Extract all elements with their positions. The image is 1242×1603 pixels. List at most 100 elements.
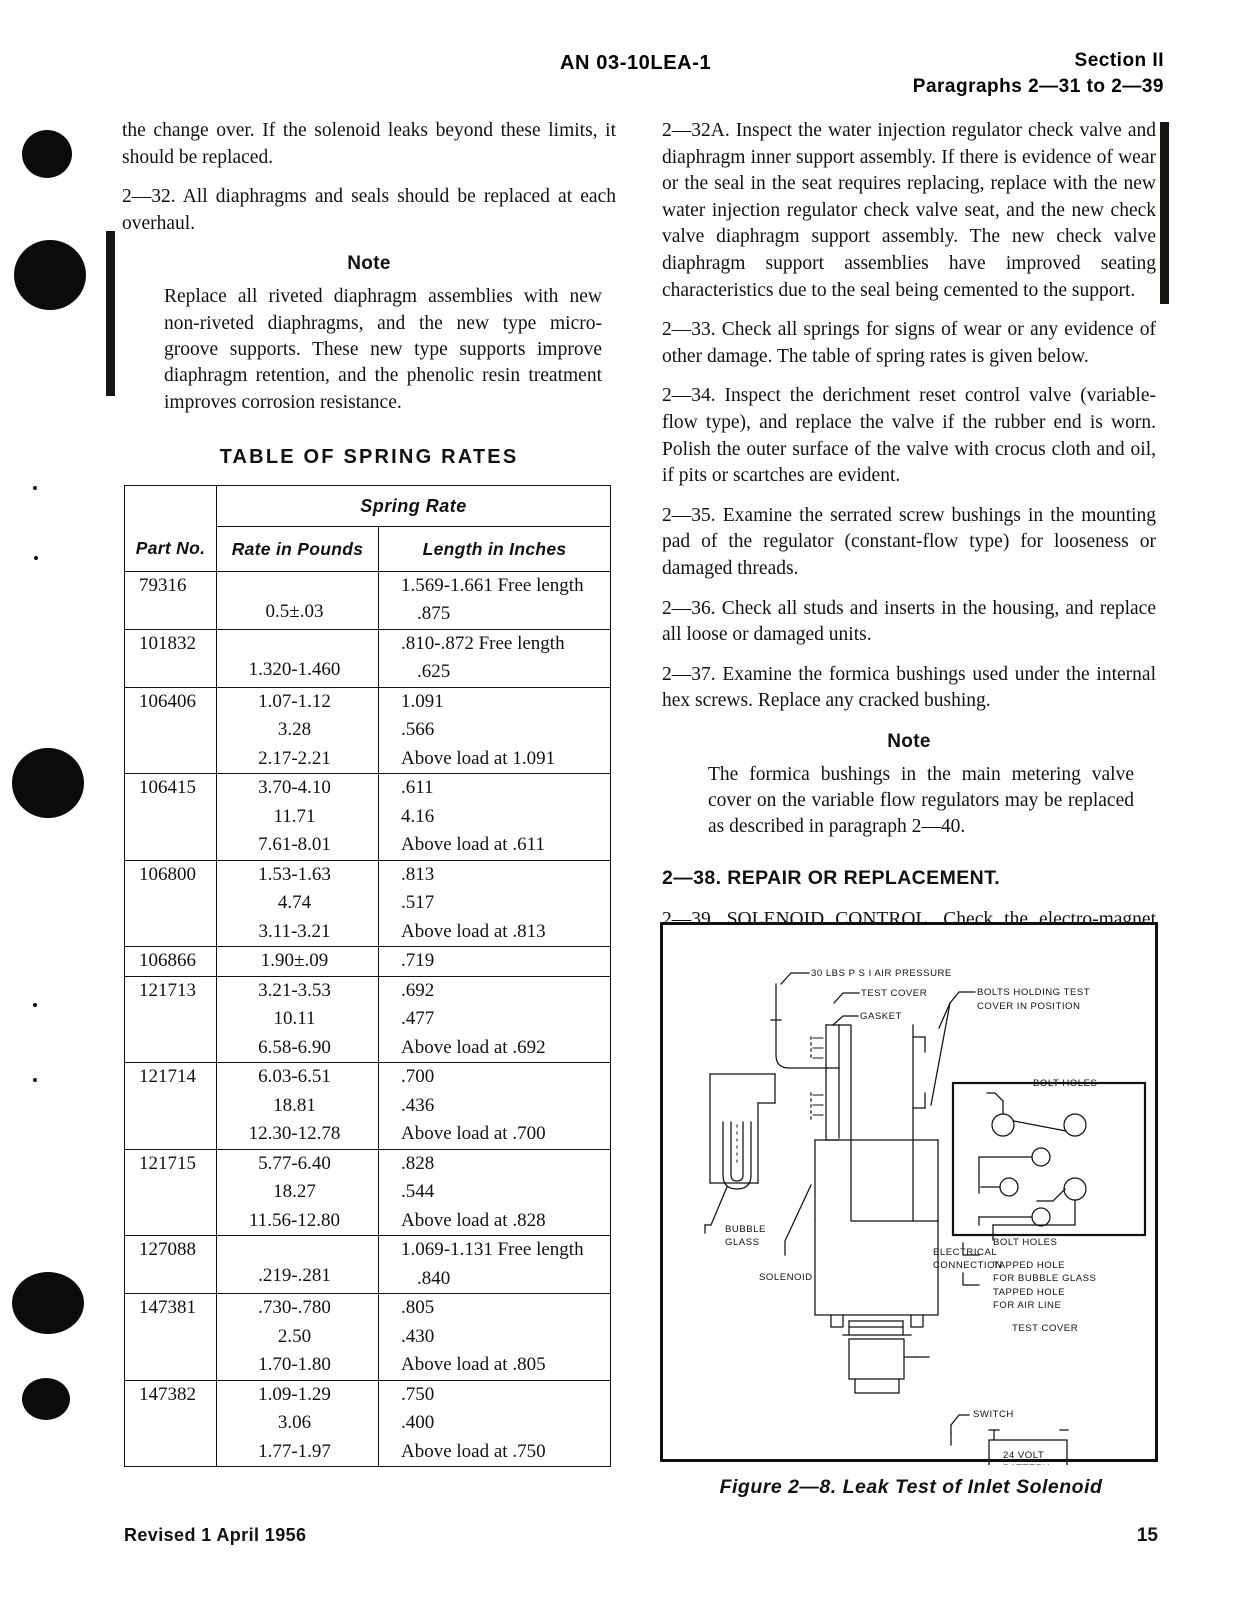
rate-value: 4.74	[277, 892, 312, 914]
rate-value: 7.61-8.01	[258, 834, 331, 856]
length-value: .750	[401, 1383, 435, 1405]
length-value: .875	[417, 603, 451, 625]
cell-length-inches: 1.569-1.661 Free length .875	[377, 570, 612, 630]
note-heading-left: Note	[347, 253, 391, 275]
figure-frame: 30 LBS P S I AIR PRESSURE TEST COVER GAS…	[660, 922, 1158, 1465]
scan-blob-artifact	[14, 240, 86, 310]
scan-speck-artifact	[33, 486, 37, 490]
table-corner-blank	[124, 484, 217, 527]
scan-speck-artifact	[34, 556, 38, 560]
rate-value: 6.03-6.51	[258, 1066, 331, 1088]
table-title: TABLE OF SPRING RATES	[219, 445, 519, 468]
cell-length-inches: .700 .436 Above load at .700	[377, 1062, 612, 1150]
scan-blob-artifact	[12, 1272, 84, 1334]
label-bubble-glass-2: GLASS	[725, 1237, 760, 1248]
table-row: 79316 0.5±.03 1.569-1.661 Free length .875	[124, 570, 612, 630]
cell-part-no: 79316	[124, 570, 217, 630]
length-value: .805	[401, 1297, 435, 1319]
label-solenoid: SOLENOID	[759, 1272, 813, 1283]
table-header-rate-pounds: Rate in Pounds	[216, 525, 379, 572]
rate-value: 11.56-12.80	[248, 1209, 341, 1231]
scan-blob-artifact	[22, 1378, 70, 1420]
cell-rate-pounds: 1.53-1.63 4.74 3.11-3.21	[216, 859, 379, 948]
table-row: 147382 1.09-1.29 3.06 1.77-1.97 .750 .400 Abov…	[124, 1379, 612, 1468]
part-no-value: 121715	[139, 1152, 196, 1174]
length-value: Above load at .692	[401, 1036, 546, 1058]
length-value: Above load at .805	[401, 1354, 546, 1376]
cell-part-no: 127088	[124, 1235, 217, 1295]
table-header-part-no: Part No.	[124, 526, 217, 572]
label-air-pressure: 30 LBS P S I AIR PRESSURE	[811, 968, 952, 979]
cell-length-inches: .828 .544 Above load at .828	[377, 1148, 612, 1237]
table-body: 79316 0.5±.03 1.569-1.661 Free length .875 1…	[124, 570, 612, 1468]
length-value: Above load at .813	[401, 920, 546, 942]
change-bar-right	[1160, 122, 1169, 304]
table-row: 106800 1.53-1.63 4.74 3.11-3.21 .813 .517 Abov…	[124, 859, 612, 948]
cell-part-no: 106415	[124, 773, 217, 861]
table-row: 101832 1.320-1.460 .810-.872 Free length .6…	[124, 628, 612, 688]
rate-value: 2.17-2.21	[258, 747, 331, 769]
table-row: 121715 5.77-6.40 18.27 11.56-12.80 .828 .544 A…	[124, 1148, 612, 1237]
figure-caption: Figure 2—8. Leak Test of Inlet Solenoid	[719, 1476, 1103, 1498]
label-bolt-holes-bottom: BOLT HOLES	[993, 1237, 1057, 1248]
length-value: 1.569-1.661 Free length	[401, 574, 584, 596]
rate-value: .730-.780	[258, 1297, 331, 1319]
rate-value: 2.50	[277, 1325, 312, 1347]
table-row: 127088 .219-.281 1.069-1.131 Free length .8…	[124, 1235, 612, 1295]
label-test-cover-top: TEST COVER	[861, 988, 927, 999]
cell-rate-pounds: 6.03-6.51 18.81 12.30-12.78	[216, 1062, 379, 1150]
cell-length-inches: .750 .400 Above load at .750	[377, 1379, 612, 1468]
scan-speck-artifact	[33, 1003, 37, 1007]
rate-value: 1.77-1.97	[258, 1440, 331, 1462]
cell-length-inches: .813 .517 Above load at .813	[377, 859, 612, 948]
paragraph-2-34: 2—34. Inspect the derichment reset contr…	[662, 385, 1156, 487]
length-value: .700	[401, 1066, 435, 1088]
table-head: Spring Rate Part No. Rate in Pounds Leng…	[124, 484, 612, 572]
rate-value: 18.27	[273, 1181, 316, 1203]
cell-rate-pounds: 1.09-1.29 3.06 1.77-1.97	[216, 1379, 379, 1468]
rate-value: 11.71	[273, 805, 316, 827]
leak-test-diagram: 30 LBS P S I AIR PRESSURE TEST COVER GAS…	[704, 968, 1147, 1465]
running-head: AN 03-10LEA-1 Section II Paragraphs 2—31…	[0, 50, 1242, 102]
cell-part-no: 147381	[124, 1293, 217, 1381]
length-value: .477	[401, 1008, 435, 1030]
cell-rate-pounds: 1.07-1.12 3.28 2.17-2.21	[216, 686, 379, 775]
cell-part-no: 106866	[124, 946, 217, 977]
label-bolts-holding-1: BOLTS HOLDING TEST	[977, 987, 1090, 998]
rate-value: 6.58-6.90	[258, 1036, 331, 1058]
rate-value: 3.06	[277, 1412, 312, 1434]
label-tapped-bubble-2: FOR BUBBLE GLASS	[993, 1273, 1096, 1284]
table-row: 147381 .730-.780 2.50 1.70-1.80 .805 .430 Abov…	[124, 1293, 612, 1381]
label-switch: SWITCH	[973, 1409, 1014, 1420]
part-no-value: 147382	[139, 1383, 196, 1405]
cell-part-no: 101832	[124, 628, 217, 688]
part-no-value: 101832	[139, 632, 196, 654]
cell-length-inches: .692 .477 Above load at .692	[377, 975, 612, 1064]
table-row: 121714 6.03-6.51 18.81 12.30-12.78 .700 .436 A…	[124, 1062, 612, 1150]
part-no-value: 121714	[139, 1066, 196, 1088]
rate-value: 1.07-1.12	[258, 690, 331, 712]
rate-value: 1.09-1.29	[258, 1383, 331, 1405]
scan-blob-artifact	[22, 130, 72, 178]
table-row: 106415 3.70-4.10 11.71 7.61-8.01 .611 4.16 Abo…	[124, 773, 612, 861]
note-heading-right: Note	[887, 730, 931, 752]
rate-value: 1.90±.09	[260, 950, 329, 972]
change-bar-left	[106, 231, 115, 396]
length-value: .810-.872 Free length	[401, 632, 565, 654]
section-heading-2-38: 2—38. REPAIR OR REPLACEMENT.	[662, 866, 1001, 889]
label-test-cover-bottom: TEST COVER	[1012, 1323, 1078, 1334]
rate-value: 1.70-1.80	[258, 1354, 331, 1376]
length-value: Above load at .700	[401, 1123, 546, 1145]
part-no-value: 79316	[139, 574, 187, 596]
paragraph-range-label: Paragraphs 2—31 to 2—39	[912, 75, 1164, 97]
paragraph-2-37: 2—37. Examine the formica bushings used …	[662, 663, 1156, 712]
cell-rate-pounds: 0.5±.03	[216, 570, 379, 630]
note-text-right: The formica bushings in the main meterin…	[708, 763, 1134, 838]
label-electrical-1: ELECTRICAL	[933, 1247, 997, 1258]
label-electrical-2: CONNECTION	[933, 1260, 1003, 1271]
label-battery-1: 24 VOLT	[1003, 1450, 1044, 1461]
length-value: .611	[401, 777, 434, 799]
rate-value: .219-.281	[258, 1265, 331, 1287]
scan-blob-artifact	[12, 748, 84, 818]
cell-rate-pounds: .730-.780 2.50 1.70-1.80	[216, 1293, 379, 1381]
